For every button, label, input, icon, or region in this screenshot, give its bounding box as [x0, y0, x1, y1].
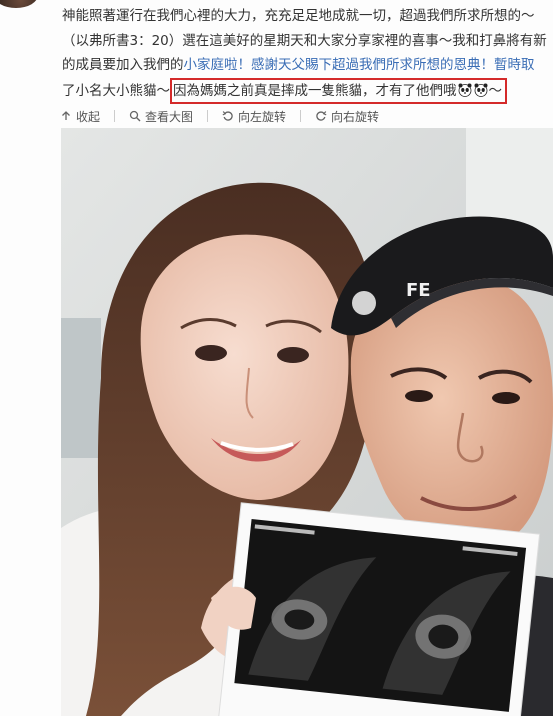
post-text-line-3: 的成員要加入我們的小家庭啦！感謝天父賜下超過我們所求所想的恩典！暫時取 — [62, 53, 553, 78]
cap-logo — [352, 291, 376, 315]
post-text-line-3-start: 的成員要加入我們的 — [62, 57, 184, 73]
woman-eye-right — [277, 347, 309, 363]
rotate-right-label: 向右旋转 — [331, 109, 380, 124]
image-toolbar: 收起 查看大图 向左旋转 向右旋转 — [60, 104, 393, 128]
weibo-post: 神能照著運行在我們心裡的大力，充充足足地成就一切，超過我們所求所想的～ （以弗所… — [0, 0, 553, 716]
view-large-label: 查看大图 — [145, 109, 194, 124]
rotate-left-label: 向左旋转 — [238, 109, 287, 124]
avatar[interactable] — [0, 0, 38, 8]
collapse-label: 收起 — [76, 109, 101, 124]
post-text-line-4: 了小名大小熊貓～ 因為媽媽之前真是摔成一隻熊貓，才有了他們哦 ～ — [62, 77, 553, 104]
post-text: 神能照著運行在我們心裡的大力，充充足足地成就一切，超過我們所求所想的～ （以弗所… — [62, 4, 553, 104]
rotate-right-button[interactable]: 向右旋转 — [315, 108, 379, 125]
panda-emoji-icon — [474, 83, 487, 97]
rotate-right-icon — [316, 111, 327, 121]
shadow — [61, 318, 101, 458]
arrow-up-icon — [62, 111, 70, 120]
post-text-line-4-prefix: 了小名大小熊貓～ — [62, 82, 170, 99]
highlighted-text: 因為媽媽之前真是摔成一隻熊貓，才有了他們哦 — [173, 82, 457, 99]
photo-illustration: FE — [61, 128, 553, 716]
view-large-button[interactable]: 查看大图 — [129, 108, 193, 125]
post-text-line-1: 神能照著運行在我們心裡的大力，充充足足地成就一切，超過我們所求所想的～ — [62, 8, 535, 24]
post-photo[interactable]: FE — [61, 128, 553, 716]
rotate-left-icon — [222, 111, 233, 121]
woman-eye-left — [195, 345, 227, 361]
toolbar-divider — [207, 110, 209, 122]
highlight-box: 因為媽媽之前真是摔成一隻熊貓，才有了他們哦 ～ — [170, 77, 507, 104]
collapse-button[interactable]: 收起 — [60, 108, 100, 125]
highlight-suffix: ～ — [488, 82, 503, 99]
panda-emoji-icon — [458, 83, 471, 97]
post-text-line-3-link[interactable]: 小家庭啦！感謝天父賜下超過我們所求所想的恩典！暫時取 — [184, 57, 535, 73]
man-eye-right — [492, 392, 520, 404]
rotate-left-button[interactable]: 向左旋转 — [222, 108, 286, 125]
post-text-line-2: （以弗所書3：20）選在這美好的星期天和大家分享家裡的喜事～我和打鼻將有新 — [62, 32, 547, 49]
cap-text: FE — [406, 280, 431, 301]
man-eye-left — [405, 390, 433, 402]
toolbar-divider — [114, 110, 116, 122]
toolbar-divider — [300, 110, 302, 122]
magnifier-icon — [129, 110, 141, 122]
ultrasound-print — [218, 502, 541, 716]
